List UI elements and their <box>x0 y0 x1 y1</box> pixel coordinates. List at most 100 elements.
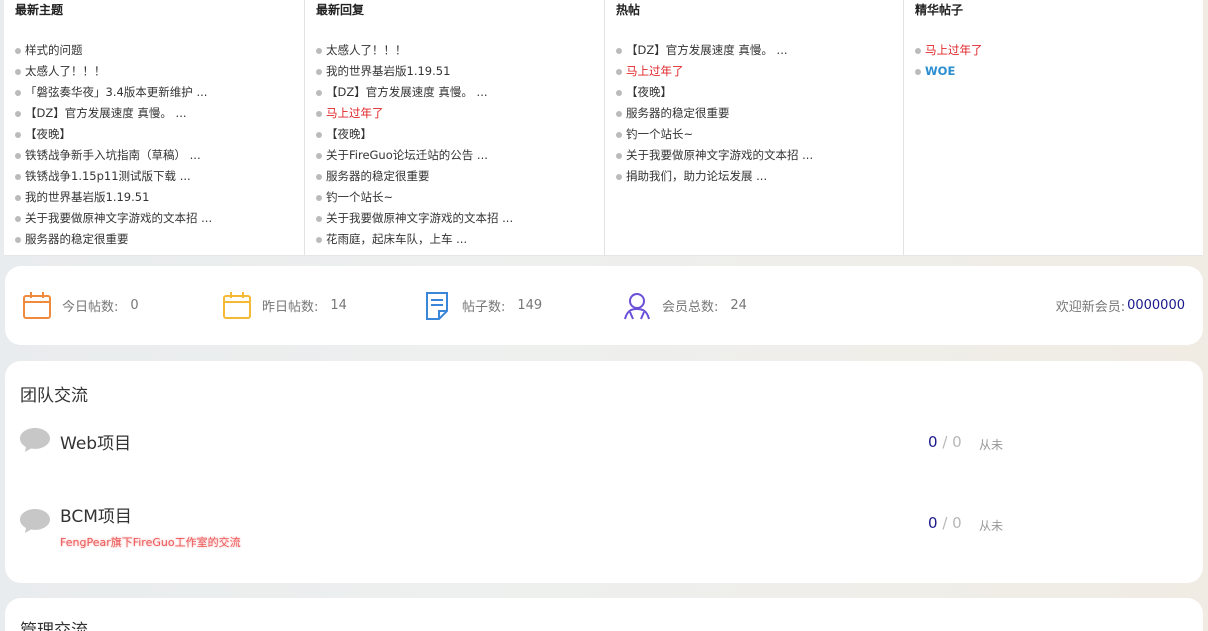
bullet-dot-icon <box>15 173 21 180</box>
thread-link[interactable]: 【DZ】官方发展速度 真慢。 ... <box>25 103 187 124</box>
panel-title: 最新主题 <box>15 3 64 17</box>
thread-list-item: 马上过年了 <box>616 61 903 82</box>
thread-link[interactable]: 「磐弦奏华夜」3.4版本更新维护 ... <box>25 82 207 103</box>
forum-group-admin: 管理交流 <box>5 598 1203 631</box>
thread-list-item: 铁锈战争1.15p11测试版下载 ... <box>15 166 304 187</box>
thread-link[interactable]: 【夜晚】 <box>25 124 71 145</box>
thread-list-item: 服务器的稳定很重要 <box>316 166 604 187</box>
bullet-dot-icon <box>15 110 21 117</box>
count-separator: / <box>942 433 948 451</box>
group-title: 团队交流 <box>20 386 88 406</box>
forum-counts: 0 / 0 <box>928 514 962 532</box>
recent-panels: 最新主题 样式的问题 太感人了！！！ 「磐弦奏华夜」3.4版本更新维护 ... 【DZ… <box>4 0 1203 256</box>
thread-list-item: 马上过年了 <box>316 103 604 124</box>
bullet-dot-icon <box>915 68 921 75</box>
thread-list-item: 捐助我们，助力论坛发展 ... <box>616 166 903 187</box>
thread-link[interactable]: 【DZ】官方发展速度 真慢。 ... <box>626 40 788 61</box>
welcome-new-member: 欢迎新会员: 0000000 <box>1056 266 1185 345</box>
thread-list-item: 太感人了！！！ <box>316 40 604 61</box>
thread-link[interactable]: 关于FireGuo论坛迁站的公告 ... <box>326 145 488 166</box>
thread-link[interactable]: 关于我要做原神文字游戏的文本招 ... <box>626 145 813 166</box>
thread-link[interactable]: 钓一个站长~ <box>326 187 393 208</box>
thread-link[interactable]: 铁锈战争1.15p11测试版下载 ... <box>25 166 191 187</box>
stat-value: 24 <box>730 298 747 313</box>
thread-list-item: 铁锈战争新手入坑指南（草稿） ... <box>15 145 304 166</box>
thread-link[interactable]: 钓一个站长~ <box>626 124 693 145</box>
count-separator: / <box>942 514 948 532</box>
panel-latest-topics: 最新主题 样式的问题 太感人了！！！ 「磐弦奏华夜」3.4版本更新维护 ... 【DZ… <box>4 0 305 255</box>
stat-label: 会员总数: <box>662 300 719 315</box>
thread-link[interactable]: 服务器的稳定很重要 <box>326 166 430 187</box>
thread-link[interactable]: 花雨庭，起床车队，上车 ... <box>326 229 467 250</box>
bullet-dot-icon <box>616 68 622 75</box>
thread-link[interactable]: 捐助我们，助力论坛发展 ... <box>626 166 767 187</box>
stat-posts: 帖子数: 149 <box>421 266 542 345</box>
thread-list-item: 马上过年了 <box>915 40 1203 61</box>
bullet-dot-icon <box>316 68 322 75</box>
bullet-dot-icon <box>316 173 322 180</box>
bullet-dot-icon <box>15 152 21 159</box>
stat-members: 会员总数: 24 <box>621 266 747 345</box>
forum-group-team: 团队交流 Web项目 0 / 0 从未 BCM项目 FengPear旗下Fire… <box>5 361 1203 583</box>
bullet-dot-icon <box>616 89 622 96</box>
thread-link[interactable]: 【夜晚】 <box>326 124 372 145</box>
forum-name-link[interactable]: Web项目 <box>60 429 131 454</box>
thread-link[interactable]: 马上过年了 <box>626 61 684 82</box>
new-member-link[interactable]: 0000000 <box>1127 298 1185 313</box>
stat-label: 今日帖数: <box>62 300 119 315</box>
stat-label: 帖子数: <box>462 300 506 315</box>
bullet-dot-icon <box>15 131 21 138</box>
thread-list-item: 钓一个站长~ <box>316 187 604 208</box>
bullet-dot-icon <box>616 110 622 117</box>
thread-link[interactable]: 太感人了！！！ <box>326 40 407 61</box>
bullet-dot-icon <box>316 47 322 54</box>
thread-link[interactable]: 太感人了！！！ <box>25 61 106 82</box>
thread-list-item: 钓一个站长~ <box>616 124 903 145</box>
thread-list-item: 太感人了！！！ <box>15 61 304 82</box>
bullet-dot-icon <box>316 89 322 96</box>
thread-list-item: 关于我要做原神文字游戏的文本招 ... <box>316 208 604 229</box>
bullet-dot-icon <box>316 215 322 222</box>
thread-list-item: 【夜晚】 <box>616 82 903 103</box>
thread-link[interactable]: WOE <box>925 61 955 82</box>
panel-latest-replies: 最新回复 太感人了！！！ 我的世界基岩版1.19.51 【DZ】官方发展速度 真慢。… <box>305 0 605 255</box>
thread-link[interactable]: 样式的问题 <box>25 40 83 61</box>
bullet-dot-icon <box>915 47 921 54</box>
thread-link[interactable]: 马上过年了 <box>326 103 384 124</box>
thread-list-item: 关于我要做原神文字游戏的文本招 ... <box>15 208 304 229</box>
thread-link[interactable]: 我的世界基岩版1.19.51 <box>25 187 149 208</box>
forum-row-bcm: BCM项目 FengPear旗下FireGuo工作室的交流 0 / 0 从未 <box>19 502 1189 562</box>
thread-link[interactable]: 关于我要做原神文字游戏的文本招 ... <box>326 208 513 229</box>
thread-list-item: 服务器的稳定很重要 <box>15 229 304 250</box>
thread-list-item: 「磐弦奏华夜」3.4版本更新维护 ... <box>15 82 304 103</box>
stat-value: 14 <box>330 298 347 313</box>
calendar-today-icon <box>21 290 53 322</box>
thread-link[interactable]: 服务器的稳定很重要 <box>626 103 730 124</box>
thread-list-item: 【DZ】官方发展速度 真慢。 ... <box>15 103 304 124</box>
bullet-dot-icon <box>15 236 21 243</box>
thread-link[interactable]: 服务器的稳定很重要 <box>25 229 129 250</box>
chat-bubble-icon <box>19 426 51 454</box>
stat-label: 昨日帖数: <box>262 300 319 315</box>
stat-yesterday: 昨日帖数: 14 <box>221 266 347 345</box>
last-post: 从未 <box>979 438 1004 452</box>
stat-value: 149 <box>517 298 543 313</box>
thread-link[interactable]: 【夜晚】 <box>626 82 672 103</box>
panel-title: 热帖 <box>616 3 641 17</box>
thread-list-item: 关于FireGuo论坛迁站的公告 ... <box>316 145 604 166</box>
bullet-dot-icon <box>316 131 322 138</box>
thread-link[interactable]: 【DZ】官方发展速度 真慢。 ... <box>326 82 488 103</box>
bullet-dot-icon <box>15 194 21 201</box>
bullet-dot-icon <box>616 131 622 138</box>
thread-link[interactable]: 铁锈战争新手入坑指南（草稿） ... <box>25 145 201 166</box>
forum-name-link[interactable]: BCM项目 <box>60 502 132 527</box>
thread-link[interactable]: 我的世界基岩版1.19.51 <box>326 61 450 82</box>
forum-counts: 0 / 0 <box>928 433 962 451</box>
bullet-dot-icon <box>15 68 21 75</box>
thread-link[interactable]: 马上过年了 <box>925 40 983 61</box>
thread-link[interactable]: 关于我要做原神文字游戏的文本招 ... <box>25 208 212 229</box>
thread-list-item: WOE <box>915 61 1203 82</box>
forum-description: FengPear旗下FireGuo工作室的交流 <box>60 536 241 549</box>
panel-hot-threads: 热帖 【DZ】官方发展速度 真慢。 ... 马上过年了 【夜晚】 服务器的稳定很重要钓… <box>605 0 904 255</box>
members-icon <box>621 290 653 322</box>
